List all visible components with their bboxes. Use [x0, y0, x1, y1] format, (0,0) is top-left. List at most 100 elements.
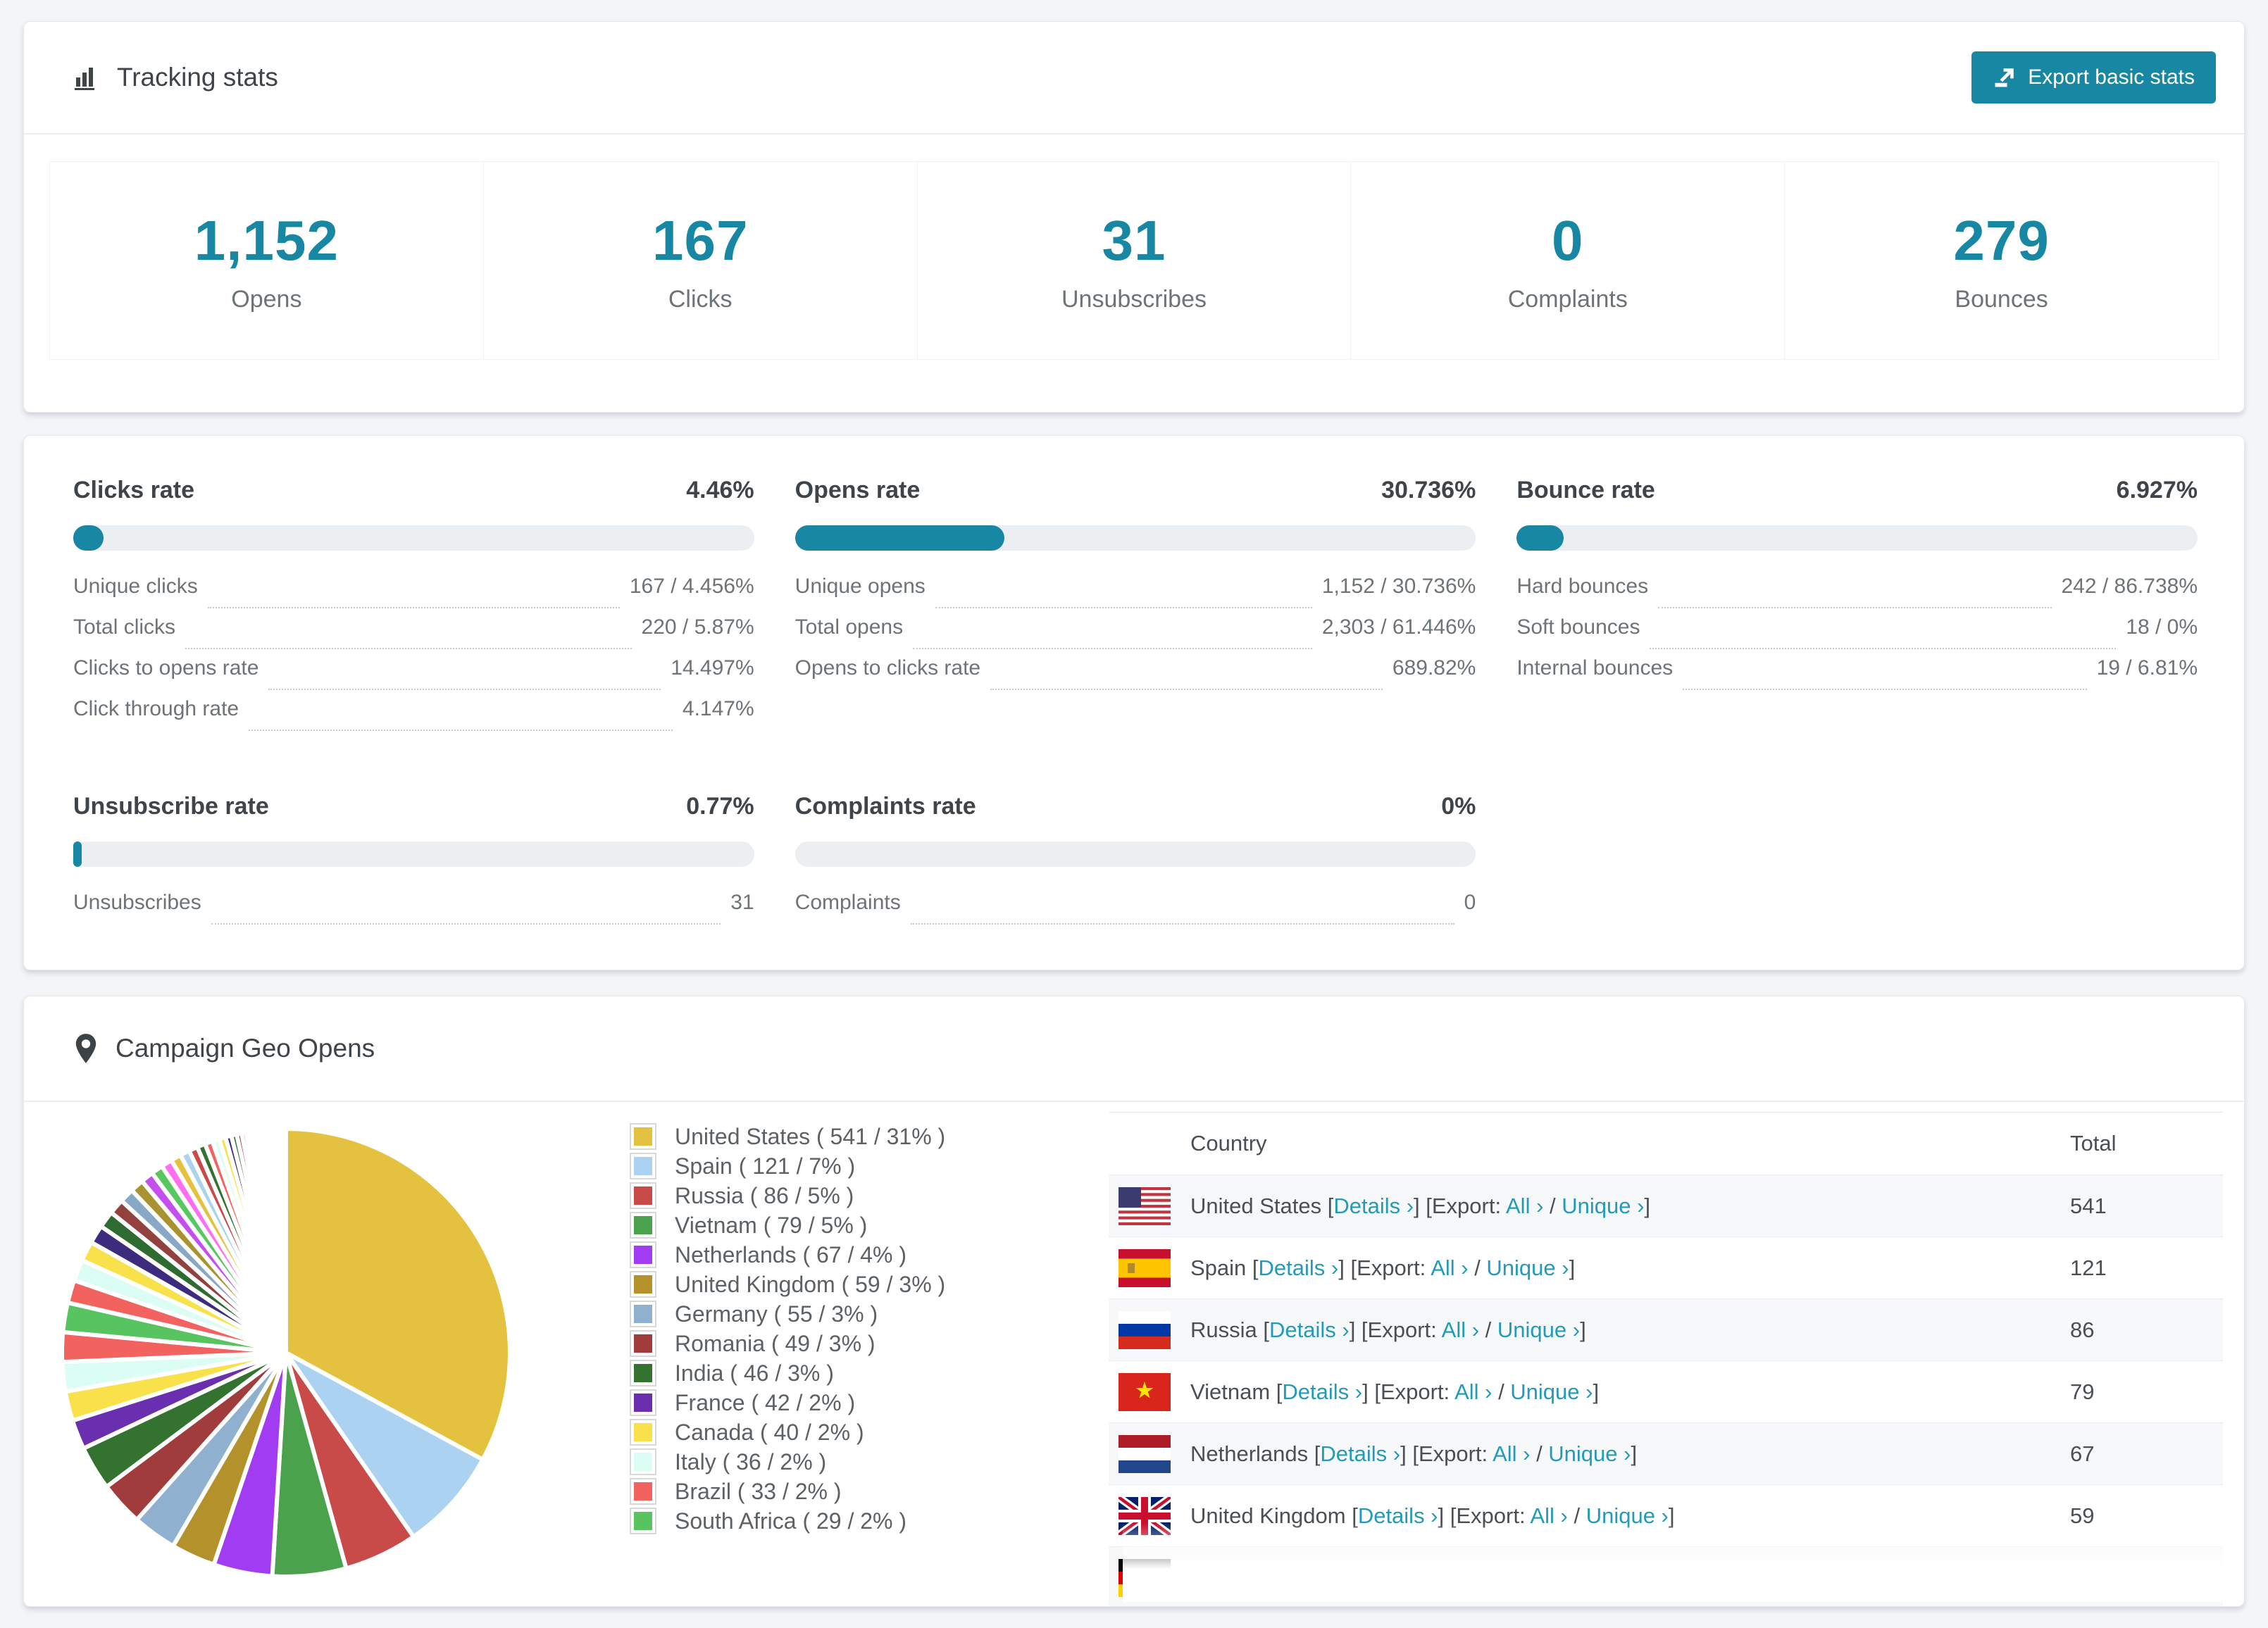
metric-row: Total clicks 220 / 5.87%	[73, 615, 754, 656]
legend-item: United States ( 541 / 31% )	[630, 1122, 1080, 1151]
bracket-open: [	[1252, 1256, 1259, 1280]
export-unique-link[interactable]: Unique ›	[1548, 1441, 1631, 1466]
de-flag-icon	[1119, 1559, 1171, 1597]
legend-swatch-fill	[634, 1512, 652, 1530]
legend-item: Russia ( 86 / 5% )	[630, 1181, 1080, 1210]
stat-value: 279	[1953, 208, 2049, 273]
vn-flag-icon	[1119, 1373, 1171, 1411]
geo-total-value: 67	[2070, 1441, 2223, 1467]
rate-bar-fill	[795, 525, 1004, 551]
metric-row: Clicks to opens rate 14.497%	[73, 656, 754, 697]
rate-bar-fill	[73, 841, 82, 867]
legend-swatch	[630, 1360, 656, 1386]
export-all-link[interactable]: All ›	[1442, 1317, 1479, 1342]
export-all-link[interactable]: All ›	[1493, 1441, 1530, 1466]
rate-progress-track	[795, 841, 1476, 867]
rate-value: 4.46%	[686, 477, 754, 504]
export-prefix: ] [Export:	[1350, 1317, 1442, 1342]
legend-label: Spain ( 121 / 7% )	[675, 1153, 855, 1179]
tracking-stats-title-wrap: Tracking stats	[73, 63, 278, 92]
tracking-stats-header: Tracking stats Export basic stats	[24, 22, 2244, 134]
legend-swatch-fill	[634, 1482, 652, 1501]
nl-flag-icon	[1119, 1435, 1171, 1473]
metric-value: 18 / 0%	[2126, 615, 2198, 639]
legend-label: Germany ( 55 / 3% )	[675, 1301, 878, 1327]
metric-value: 0	[1464, 891, 1476, 915]
rate-value: 0%	[1441, 793, 1476, 820]
export-prefix: ] [Export:	[1414, 1194, 1506, 1218]
rate-section: Bounce rate 6.927% Hard bounces 242 / 86…	[1516, 477, 2198, 738]
metric-row: Hard bounces 242 / 86.738%	[1516, 575, 2198, 615]
export-unique-link[interactable]: Unique ›	[1510, 1379, 1593, 1404]
stat-box: 1,152 Opens	[49, 161, 484, 360]
stat-value: 167	[652, 208, 748, 273]
total-column-header: Total	[2070, 1131, 2223, 1156]
legend-swatch	[630, 1153, 656, 1179]
legend-swatch	[630, 1448, 656, 1475]
dotted-leader	[268, 689, 661, 690]
export-unique-link[interactable]: Unique ›	[1497, 1317, 1580, 1342]
export-all-link[interactable]: All ›	[1530, 1503, 1567, 1528]
metric-value: 4.147%	[683, 697, 754, 721]
rate-rows: Hard bounces 242 / 86.738% Soft bounces …	[1516, 575, 2198, 697]
country-name: United Kingdom	[1190, 1503, 1352, 1529]
rate-head: Clicks rate 4.46%	[73, 477, 754, 504]
rate-progress-track	[73, 525, 754, 551]
geo-table: Country Total United States [Details ›] …	[1109, 1112, 2223, 1607]
rate-title: Clicks rate	[73, 477, 194, 504]
geo-title-wrap: Campaign Geo Opens	[73, 1033, 375, 1064]
metric-row: Click through rate 4.147%	[73, 697, 754, 738]
rate-bar-fill	[1516, 525, 1564, 551]
export-unique-link[interactable]: Unique ›	[1486, 1256, 1569, 1280]
legend-label: Canada ( 40 / 2% )	[675, 1420, 864, 1446]
details-link[interactable]: Details ›	[1259, 1256, 1339, 1280]
details-link[interactable]: Details ›	[1282, 1379, 1362, 1404]
geo-pie-chart	[54, 1120, 518, 1585]
geo-total-value: 59	[2070, 1503, 2223, 1529]
rate-bar-fill	[73, 525, 104, 551]
legend-swatch-fill	[634, 1157, 652, 1175]
legend-item: Romania ( 49 / 3% )	[630, 1329, 1080, 1358]
rate-value: 30.736%	[1381, 477, 1476, 504]
export-prefix: ] [Export:	[1338, 1256, 1431, 1280]
metric-value: 2,303 / 61.446%	[1322, 615, 1476, 639]
rate-section: Opens rate 30.736% Unique opens 1,152 / …	[795, 477, 1476, 738]
geo-table-body: United States [Details ›] [Export: All ›…	[1109, 1175, 2223, 1607]
geo-total-value: 121	[2070, 1256, 2223, 1281]
export-unique-link[interactable]: Unique ›	[1586, 1503, 1669, 1528]
details-link[interactable]: Details ›	[1320, 1441, 1400, 1466]
geo-table-header-row: Country Total	[1109, 1112, 2223, 1175]
export-all-link[interactable]: All ›	[1454, 1379, 1492, 1404]
metric-label: Complaints	[795, 891, 901, 915]
legend-swatch	[630, 1271, 656, 1298]
rate-section: Complaints rate 0% Complaints 0	[795, 793, 1476, 932]
metric-row: Soft bounces 18 / 0%	[1516, 615, 2198, 656]
legend-swatch	[630, 1508, 656, 1534]
export-all-link[interactable]: All ›	[1506, 1194, 1543, 1218]
country-column-header: Country	[1190, 1131, 2070, 1156]
legend-label: Romania ( 49 / 3% )	[675, 1331, 876, 1357]
legend-label: Brazil ( 33 / 2% )	[675, 1479, 842, 1505]
metric-label: Internal bounces	[1516, 656, 1673, 680]
legend-item: Italy ( 36 / 2% )	[630, 1447, 1080, 1477]
bracket-close: ]	[1593, 1379, 1599, 1404]
legend-swatch	[630, 1212, 656, 1239]
details-link[interactable]: Details ›	[1269, 1317, 1350, 1342]
export-unique-link[interactable]: Unique ›	[1562, 1194, 1644, 1218]
metric-row: Total opens 2,303 / 61.446%	[795, 615, 1476, 656]
rate-rows: Unique clicks 167 / 4.456% Total clicks …	[73, 575, 754, 738]
geo-header: Campaign Geo Opens	[24, 996, 2244, 1102]
geo-pie-wrap	[24, 1102, 587, 1585]
export-all-link[interactable]: All ›	[1431, 1256, 1468, 1280]
legend-item: Canada ( 40 / 2% )	[630, 1417, 1080, 1447]
dotted-leader	[1650, 648, 2116, 649]
legend-swatch-fill	[634, 1246, 652, 1264]
details-link[interactable]: Details ›	[1333, 1194, 1414, 1218]
metric-value: 19 / 6.81%	[2097, 656, 2198, 680]
details-link[interactable]: Details ›	[1358, 1503, 1438, 1528]
geo-links: [Details ›] [Export: All › / Unique ›]	[1352, 1503, 1674, 1529]
export-basic-stats-button[interactable]: Export basic stats	[1971, 51, 2216, 104]
stat-label: Complaints	[1508, 286, 1628, 313]
dotted-leader	[990, 689, 1383, 690]
metric-value: 220 / 5.87%	[642, 615, 754, 639]
